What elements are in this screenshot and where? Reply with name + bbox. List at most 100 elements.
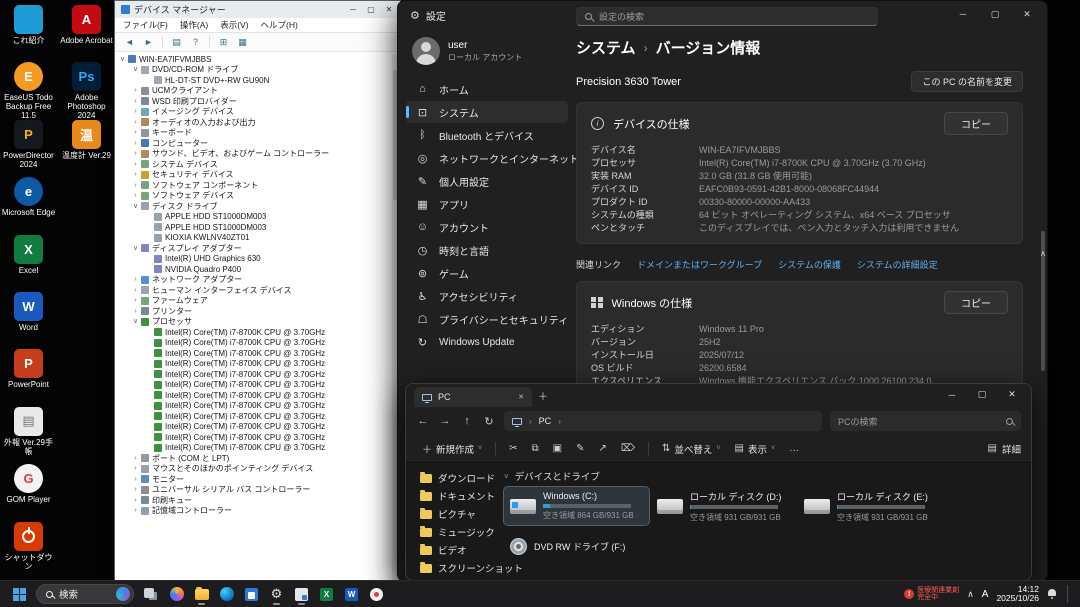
close-button[interactable]: ✕ [997, 384, 1027, 405]
command-copy[interactable]: ⧉ [526, 440, 545, 457]
tree-expander-icon[interactable]: › [131, 86, 140, 95]
taskbar-app-file-explorer[interactable] [189, 582, 214, 606]
taskbar-app-copilot[interactable] [164, 582, 189, 606]
close-button[interactable]: ✕ [380, 5, 398, 14]
maximize-button[interactable]: ▢ [979, 1, 1011, 27]
sidebar-item-apps[interactable]: ▦アプリ [406, 193, 568, 215]
command-sort[interactable]: ⇅並べ替え˅ [656, 439, 727, 459]
taskbar-app-store[interactable] [239, 582, 264, 606]
device-tree-item[interactable]: APPLE HDD ST1000DM003 [115, 222, 400, 233]
back-button[interactable]: ← [416, 415, 430, 427]
explorer-search-input[interactable]: PCの検索 [830, 411, 1021, 431]
taskbar-app-settings[interactable]: ⚙ [264, 582, 289, 606]
device-tree-item[interactable]: Intel(R) Core(TM) i7-8700K CPU @ 3.70GHz [115, 401, 400, 412]
device-tree-item[interactable]: ›ヒューマン インターフェイス デバイス [115, 285, 400, 296]
device-tree-item[interactable]: ›プリンター [115, 306, 400, 317]
tree-expander-icon[interactable]: ∨ [131, 317, 140, 326]
device-tree-item[interactable]: Intel(R) Core(TM) i7-8700K CPU @ 3.70GHz [115, 422, 400, 433]
taskbar-app-gom-player[interactable] [364, 582, 389, 606]
sidebar-item-time-language[interactable]: ◷時刻と言語 [406, 239, 568, 261]
tree-expander-icon[interactable]: › [131, 149, 140, 158]
drive-dvd-drive[interactable]: DVD RW ドライブ (F:) [504, 527, 649, 565]
tree-expander-icon[interactable]: › [131, 107, 140, 116]
sidebar-item-windows-update[interactable]: ↻Windows Update [406, 331, 568, 353]
tree-expander-icon[interactable]: › [131, 128, 140, 137]
breadcrumb-root[interactable]: システム [576, 37, 636, 58]
tree-expander-icon[interactable]: › [131, 296, 140, 305]
menu-item-1[interactable]: 操作(A) [174, 19, 214, 31]
device-tree-item[interactable]: ›WSD 印刷プロバイダー [115, 96, 400, 107]
up-button[interactable]: ↑ [460, 415, 474, 427]
tab-pc[interactable]: PC ✕ [414, 387, 532, 407]
drives-group-header[interactable]: ˅ デバイスとドライブ [504, 469, 1023, 483]
device-tree-item[interactable]: ›ネットワーク アダプター [115, 275, 400, 286]
nav-item-downloads[interactable]: ダウンロード [406, 469, 498, 487]
settings-search-input[interactable]: 設定の検索 [576, 7, 878, 26]
sidebar-item-personalization[interactable]: ✎個人用設定 [406, 170, 568, 192]
nav-item-pictures[interactable]: ピクチャ [406, 505, 498, 523]
nav-item-documents[interactable]: ドキュメント [406, 487, 498, 505]
tree-expander-icon[interactable]: › [131, 160, 140, 169]
device-tree-item[interactable]: ›サウンド、ビデオ、およびゲーム コントローラー [115, 149, 400, 160]
device-tree-item[interactable]: Intel(R) Core(TM) i7-8700K CPU @ 3.70GHz [115, 348, 400, 359]
tree-expander-icon[interactable]: › [131, 139, 140, 148]
back-icon[interactable]: ◄ [121, 34, 138, 50]
tab-close-icon[interactable]: ✕ [518, 393, 524, 401]
desktop-icon-powerpoint[interactable]: PPowerPoint [1, 349, 56, 389]
device-tree-item[interactable]: ›UCMクライアント [115, 86, 400, 97]
device-spec-copy-button[interactable]: コピー [944, 112, 1008, 135]
tree-expander-icon[interactable]: ∨ [131, 65, 140, 74]
tree-expander-icon[interactable]: › [131, 286, 140, 295]
drive-windows-drive[interactable]: Windows (C:)空き領域 864 GB/931 GB [504, 487, 649, 525]
menu-item-2[interactable]: 表示(V) [214, 19, 254, 31]
minimize-button[interactable]: ─ [947, 1, 979, 27]
related-link[interactable]: システムの保護 [778, 258, 841, 271]
tree-expander-icon[interactable]: ∨ [131, 202, 140, 211]
device-tree-item[interactable]: Intel(R) Core(TM) i7-8700K CPU @ 3.70GHz [115, 338, 400, 349]
sidebar-item-bluetooth-devices[interactable]: ᛒBluetooth とデバイス [406, 124, 568, 146]
menu-item-0[interactable]: ファイル(F) [117, 19, 174, 31]
device-tree-item[interactable]: ›キーボード [115, 128, 400, 139]
command-more[interactable]: … [783, 440, 805, 457]
device-tree-item[interactable]: Intel(R) Core(TM) i7-8700K CPU @ 3.70GHz [115, 432, 400, 443]
device-tree-item[interactable]: ›イメージング デバイス [115, 107, 400, 118]
windows-spec-copy-button[interactable]: コピー [944, 291, 1008, 314]
device-tree-item[interactable]: ›モニター [115, 474, 400, 485]
user-account[interactable]: user ローカル アカウント [406, 33, 568, 77]
device-tree-item[interactable]: ›オーディオの入力および出力 [115, 117, 400, 128]
menu-item-3[interactable]: ヘルプ(H) [255, 19, 304, 31]
rename-pc-button[interactable]: この PC の名前を変更 [911, 71, 1023, 92]
device-tree-item[interactable]: ›ソフトウェア デバイス [115, 191, 400, 202]
device-tree-item[interactable]: KIOXIA KWLNV40ZT01 [115, 233, 400, 244]
device-tree-item[interactable]: HL-DT-ST DVD+-RW GU90N [115, 75, 400, 86]
device-tree-item[interactable]: ›ファームウェア [115, 296, 400, 307]
drive-local-drive-e[interactable]: ローカル ディスク (E:)空き領域 931 GB/931 GB [798, 487, 943, 525]
command-cut[interactable]: ✂ [503, 440, 523, 457]
taskbar-app-edge[interactable] [214, 582, 239, 606]
device-tree-item[interactable]: ∨ディスプレイ アダプター [115, 243, 400, 254]
show-desktop-button[interactable] [1067, 585, 1070, 603]
device-tree-item[interactable]: ∨DVD/CD-ROM ドライブ [115, 65, 400, 76]
device-tree-item[interactable]: ›セキュリティ デバイス [115, 170, 400, 181]
tree-expander-icon[interactable]: › [131, 485, 140, 494]
tree-expander-icon[interactable]: ∨ [131, 244, 140, 253]
device-tree-item[interactable]: ›印刷キュー [115, 495, 400, 506]
command-share[interactable]: ↗ [592, 440, 612, 457]
settings-scrollbar[interactable] [1041, 61, 1045, 573]
forward-button[interactable]: → [438, 415, 452, 427]
desktop-icon-edge[interactable]: eMicrosoft Edge [1, 177, 56, 217]
sidebar-item-home[interactable]: ⌂ホーム [406, 78, 568, 100]
tree-expander-icon[interactable]: › [131, 307, 140, 316]
document-icon[interactable]: ▤ [168, 34, 185, 50]
desktop-icon-word[interactable]: WWord [1, 292, 56, 332]
nav-item-music[interactable]: ミュージック [406, 523, 498, 541]
taskbar-app-word[interactable]: W [339, 582, 364, 606]
sidebar-item-gaming[interactable]: ⊚ゲーム [406, 262, 568, 284]
desktop-icon-gom-player[interactable]: GGOM Player [1, 464, 56, 504]
ime-indicator[interactable]: A [982, 589, 989, 600]
tree-expander-icon[interactable]: › [131, 97, 140, 106]
device-tree-item[interactable]: ›ユニバーサル シリアル バス コントローラー [115, 485, 400, 496]
desktop-icon-excel[interactable]: XExcel [1, 235, 56, 275]
command-paste[interactable]: ▣ [547, 440, 568, 457]
close-button[interactable]: ✕ [1011, 1, 1043, 27]
